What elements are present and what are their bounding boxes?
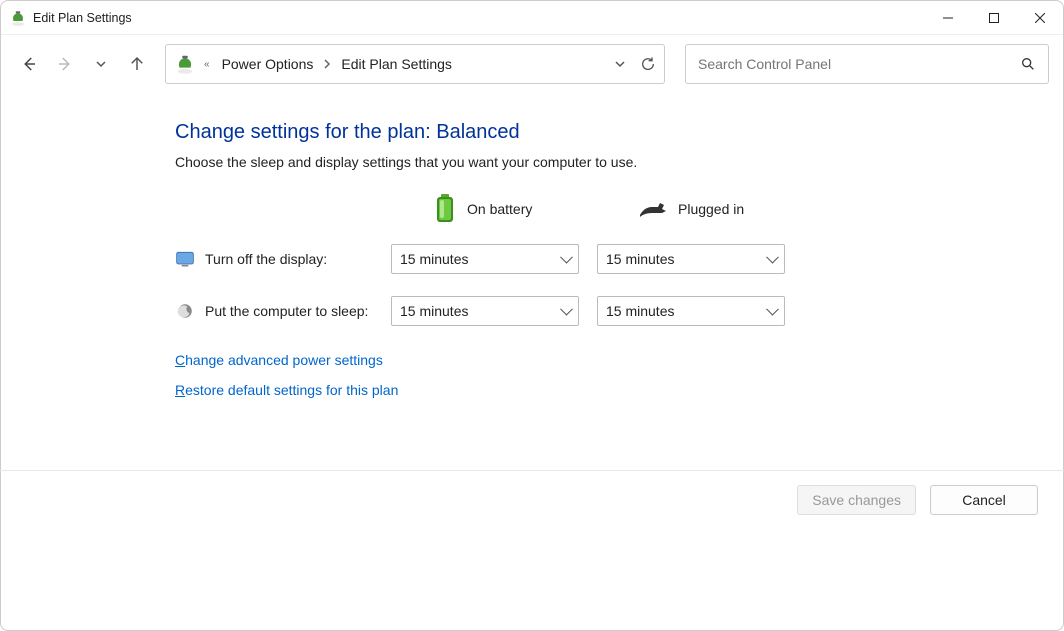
back-button[interactable] <box>15 50 43 78</box>
content-area: Change settings for the plan: Balanced C… <box>1 93 1063 398</box>
breadcrumb-edit-plan[interactable]: Edit Plan Settings <box>337 54 456 74</box>
page-heading: Change settings for the plan: Balanced <box>175 121 1063 144</box>
breadcrumb-prefix: « <box>202 59 212 70</box>
search-input[interactable] <box>698 56 1020 72</box>
column-battery: On battery <box>433 194 638 224</box>
address-bar[interactable]: « Power Options Edit Plan Settings <box>165 44 665 84</box>
cancel-button[interactable]: Cancel <box>930 485 1038 515</box>
column-headers: On battery Plugged in <box>433 194 1063 224</box>
column-plugged: Plugged in <box>638 194 744 224</box>
app-icon <box>9 9 27 27</box>
display-battery-select[interactable]: 15 minutes <box>391 244 579 274</box>
display-icon <box>175 249 195 269</box>
column-plugged-label: Plugged in <box>678 201 744 217</box>
maximize-button[interactable] <box>971 1 1017 35</box>
refresh-icon[interactable] <box>640 56 656 72</box>
column-battery-label: On battery <box>467 201 532 217</box>
navigation-row: « Power Options Edit Plan Settings <box>1 35 1063 93</box>
chevron-right-icon <box>323 58 331 70</box>
save-button[interactable]: Save changes <box>797 485 916 515</box>
display-setting-row: Turn off the display: 15 minutes 15 minu… <box>175 244 1063 274</box>
display-label: Turn off the display: <box>205 251 391 267</box>
footer-divider <box>0 470 1064 471</box>
forward-button[interactable] <box>51 50 79 78</box>
search-bar[interactable] <box>685 44 1049 84</box>
address-dropdown-icon[interactable] <box>614 58 626 70</box>
breadcrumb-power-options[interactable]: Power Options <box>218 54 318 74</box>
search-icon[interactable] <box>1020 56 1036 72</box>
advanced-settings-link[interactable]: Change advanced power settings <box>175 352 1063 368</box>
close-button[interactable] <box>1017 1 1063 35</box>
sleep-icon <box>175 301 195 321</box>
restore-defaults-link[interactable]: Restore default settings for this plan <box>175 382 1063 398</box>
page-subtext: Choose the sleep and display settings th… <box>175 154 1063 170</box>
sleep-battery-select[interactable]: 15 minutes <box>391 296 579 326</box>
sleep-setting-row: Put the computer to sleep: 15 minutes 15… <box>175 296 1063 326</box>
footer-buttons: Save changes Cancel <box>797 485 1038 515</box>
titlebar: Edit Plan Settings <box>1 1 1063 35</box>
battery-icon <box>433 194 457 224</box>
display-plugged-select[interactable]: 15 minutes <box>597 244 785 274</box>
minimize-button[interactable] <box>925 1 971 35</box>
sleep-plugged-select[interactable]: 15 minutes <box>597 296 785 326</box>
window-title: Edit Plan Settings <box>33 11 132 25</box>
history-dropdown-button[interactable] <box>87 50 115 78</box>
power-plan-icon <box>174 53 196 75</box>
sleep-label: Put the computer to sleep: <box>205 303 391 319</box>
plug-icon <box>638 199 668 219</box>
up-button[interactable] <box>123 50 151 78</box>
